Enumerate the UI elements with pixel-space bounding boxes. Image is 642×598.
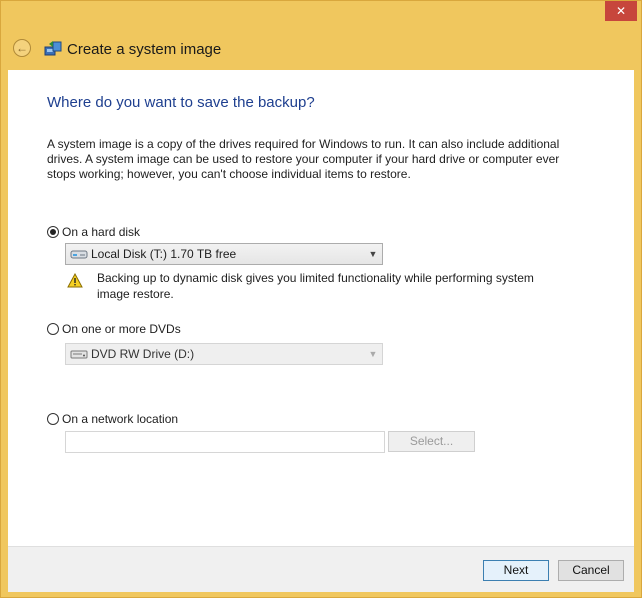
close-button[interactable]: ✕ xyxy=(605,1,637,21)
back-arrow-icon: ← xyxy=(16,41,28,55)
back-button[interactable]: ← xyxy=(13,39,31,57)
dialog-window: ✕ ← Create a system image Where do you w… xyxy=(0,0,642,598)
content-panel: Where do you want to save the backup? A … xyxy=(8,70,634,546)
select-network-button[interactable]: Select... xyxy=(388,431,475,452)
close-icon: ✕ xyxy=(615,4,627,18)
dvd-select[interactable]: DVD RW Drive (D:) ▼ xyxy=(65,343,383,365)
dynamic-disk-warning: Backing up to dynamic disk gives you lim… xyxy=(65,270,565,302)
warning-icon xyxy=(67,273,83,288)
hard-disk-select[interactable]: Local Disk (T:) 1.70 TB free ▼ xyxy=(65,243,383,265)
radio-dvd-button[interactable] xyxy=(47,323,59,335)
network-path-input[interactable] xyxy=(65,431,385,453)
chevron-down-icon: ▼ xyxy=(368,249,378,259)
system-backup-icon xyxy=(44,41,62,56)
dvd-drive-icon xyxy=(70,350,88,359)
hard-disk-select-value: Local Disk (T:) 1.70 TB free xyxy=(91,247,237,261)
title-bar: ← Create a system image xyxy=(1,29,641,69)
radio-network[interactable]: On a network location xyxy=(47,412,178,426)
radio-dvd-label: On one or more DVDs xyxy=(62,322,181,336)
radio-hard-disk[interactable]: On a hard disk xyxy=(47,225,140,239)
description-text: A system image is a copy of the drives r… xyxy=(47,137,560,181)
footer-bar: Next Cancel xyxy=(8,546,634,592)
window-title: Create a system image xyxy=(67,41,222,58)
radio-hard-disk-label: On a hard disk xyxy=(62,225,141,239)
next-button[interactable]: Next xyxy=(483,560,549,581)
cancel-button[interactable]: Cancel xyxy=(558,560,624,581)
dvd-select-value: DVD RW Drive (D:) xyxy=(91,347,195,361)
radio-dvd[interactable]: On one or more DVDs xyxy=(47,322,181,336)
radio-hard-disk-button[interactable] xyxy=(47,226,59,238)
warning-text: Backing up to dynamic disk gives you lim… xyxy=(97,271,534,301)
page-heading: Where do you want to save the backup? xyxy=(47,94,315,111)
hard-drive-icon xyxy=(70,250,88,259)
radio-network-button[interactable] xyxy=(47,413,59,425)
chevron-down-icon: ▼ xyxy=(368,349,378,359)
radio-network-label: On a network location xyxy=(62,412,179,426)
